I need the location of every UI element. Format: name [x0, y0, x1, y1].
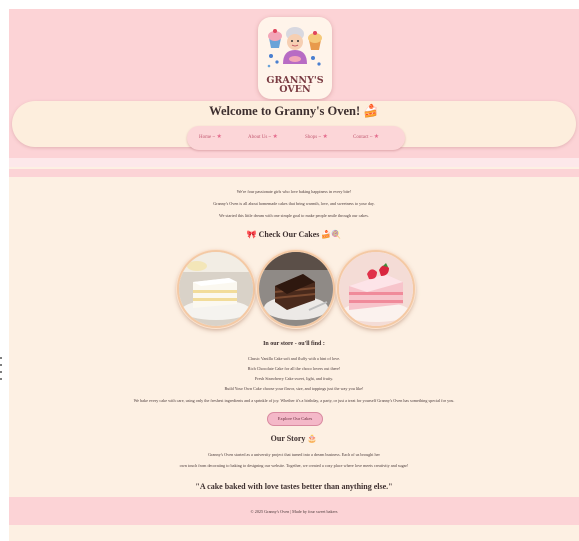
- nav-home-label: Home ~: [199, 135, 216, 140]
- intro-line-3: We started this little dream with one si…: [219, 213, 369, 218]
- intro-line-1: We're four passionate girls who love bak…: [236, 189, 352, 194]
- story-line-1: Granny's Oven started as a university pr…: [208, 452, 380, 457]
- store-item-1: Classic Vanilla Cake soft and fluffy wit…: [247, 356, 341, 361]
- scroll-indicator: [0, 357, 2, 387]
- divider-stripe: [9, 169, 579, 177]
- quote: "A cake baked with love tastes better th…: [195, 482, 393, 491]
- store-item-2: Rich Chocolate Cake for all the choco lo…: [247, 366, 341, 371]
- star-icon: ★: [322, 134, 328, 140]
- store-note: We bake every cake with care, using only…: [133, 398, 455, 403]
- explore-cakes-button[interactable]: Explore Our Cakes: [267, 412, 323, 426]
- chocolate-cake-image[interactable]: [257, 250, 335, 328]
- footer: © 2025 Granny's Oven | Made by four swee…: [9, 497, 579, 525]
- story-heading: Our Story 🎂: [270, 434, 318, 443]
- nav-about-label: About Us ~: [248, 135, 272, 140]
- nav-shops-label: Shops ~: [305, 135, 322, 140]
- star-icon: ★: [373, 134, 380, 140]
- intro-line-2: Granny's Oven is all about homemade cake…: [213, 201, 375, 206]
- star-icon: ★: [216, 134, 222, 140]
- header: GRANNY'S OVEN Welcome to Granny's Oven! …: [9, 9, 579, 167]
- logo-title-line2: OVEN: [279, 84, 311, 95]
- story-line-2: own touch from decorating to baking to d…: [179, 463, 409, 468]
- cakes-heading: 🎀 Check Our Cakes 🍰🍭: [246, 230, 342, 239]
- star-icon: ★: [272, 134, 278, 140]
- nav-contact-label: Contact ~: [353, 135, 373, 140]
- welcome-title: Welcome to Granny's Oven! 🍰: [209, 104, 379, 118]
- nav-home[interactable]: Home ~ ★: [199, 133, 222, 140]
- logo[interactable]: GRANNY'S OVEN: [258, 17, 332, 99]
- vanilla-cake-image[interactable]: [177, 250, 255, 328]
- store-item-3: Fresh Strawberry Cake sweet, light, and …: [254, 376, 334, 381]
- footer-text: © 2025 Granny's Oven | Made by four swee…: [250, 509, 338, 514]
- store-heading: In our store - ou'll find :: [263, 341, 325, 347]
- strawberry-cake-image[interactable]: [337, 250, 415, 328]
- nav-shops[interactable]: Shops ~ ★: [305, 133, 328, 140]
- main-nav: Home ~ ★ About Us ~ ★ Shops ~ ★ Contact …: [187, 126, 405, 150]
- granny-logo-icon: [267, 27, 322, 68]
- nav-contact[interactable]: Contact ~ ★: [353, 133, 379, 140]
- header-stripe: [9, 158, 579, 167]
- page: GRANNY'S OVEN Welcome to Granny's Oven! …: [9, 9, 579, 541]
- nav-about[interactable]: About Us ~ ★: [248, 133, 278, 140]
- store-item-4: Build Your Own Cake choose your flavor, …: [224, 386, 364, 391]
